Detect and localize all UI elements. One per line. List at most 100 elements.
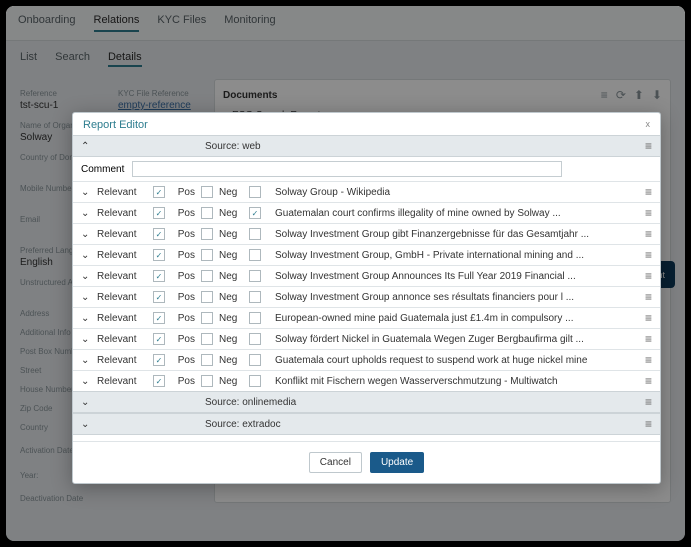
pos-checkbox[interactable]: [201, 375, 213, 387]
result-title[interactable]: Guatemalan court confirms illegality of …: [275, 208, 639, 219]
cancel-button[interactable]: Cancel: [309, 452, 362, 473]
pos-checkbox[interactable]: [201, 270, 213, 282]
pos-checkbox[interactable]: [201, 207, 213, 219]
menu-icon[interactable]: ≡: [645, 395, 652, 409]
pos-checkbox[interactable]: [201, 228, 213, 240]
expand-row-icon[interactable]: ⌄: [81, 271, 91, 282]
result-row: ⌄Relevant✓PosNeg✓Guatemalan court confir…: [73, 202, 660, 223]
result-title[interactable]: Guatemala court upholds request to suspe…: [275, 355, 639, 366]
pos-label: Pos: [171, 334, 195, 345]
result-row: ⌄ Relevant ✓ Pos Neg Solway fördert Nickel in…: [73, 328, 660, 349]
close-icon[interactable]: x: [646, 119, 651, 131]
result-row: ⌄Relevant✓PosNegSolway Investment Group,…: [73, 244, 660, 265]
neg-label: Neg: [219, 292, 243, 303]
relevant-label: Relevant: [97, 334, 147, 345]
row-menu-icon[interactable]: ≡: [645, 185, 652, 199]
comment-label: Comment: [81, 164, 124, 175]
relevant-checkbox[interactable]: ✓: [153, 270, 165, 282]
pos-label: Pos: [171, 271, 195, 282]
result-row: ⌄Relevant✓PosNegEuropean-owned mine paid…: [73, 307, 660, 328]
pos-label: Pos: [171, 208, 195, 219]
expand-row-icon[interactable]: ⌄: [81, 313, 91, 324]
modal-title: Report Editor: [83, 119, 148, 131]
neg-checkbox[interactable]: [249, 312, 261, 324]
relevant-checkbox[interactable]: ✓: [153, 249, 165, 261]
result-title[interactable]: Solway Investment Group gibt Finanzergeb…: [275, 229, 639, 240]
expand-row-icon[interactable]: ⌄: [81, 187, 91, 198]
neg-checkbox[interactable]: [249, 186, 261, 198]
row-menu-icon[interactable]: ≡: [645, 227, 652, 241]
neg-checkbox[interactable]: [249, 354, 261, 366]
relevant-label: Relevant: [97, 313, 147, 324]
result-row: ⌄Relevant✓PosNegSolway Group - Wikipedia…: [73, 181, 660, 202]
neg-checkbox[interactable]: [249, 249, 261, 261]
row-menu-icon[interactable]: ≡: [645, 269, 652, 283]
result-title[interactable]: Solway Investment Group Announces Its Fu…: [275, 271, 639, 282]
relevant-checkbox[interactable]: ✓: [153, 333, 165, 345]
pos-label: Pos: [171, 229, 195, 240]
pos-label: Pos: [171, 292, 195, 303]
pos-checkbox[interactable]: [201, 354, 213, 366]
result-title[interactable]: Solway Investment Group annonce ses résu…: [275, 292, 639, 303]
relevant-checkbox[interactable]: ✓: [153, 375, 165, 387]
result-row: ⌄Relevant✓PosNegSolway Investment Group …: [73, 223, 660, 244]
relevant-checkbox[interactable]: ✓: [153, 291, 165, 303]
neg-checkbox[interactable]: [249, 228, 261, 240]
source-onlinemedia-bar: ⌄ Source: onlinemedia ≡: [73, 391, 660, 413]
neg-checkbox[interactable]: [249, 375, 261, 387]
neg-label: Neg: [219, 334, 243, 345]
expand-row-icon[interactable]: ⌄: [81, 229, 91, 240]
expand-row-icon[interactable]: ⌄: [81, 250, 91, 261]
relevant-label: Relevant: [97, 376, 147, 387]
expand-row-icon[interactable]: ⌄: [81, 334, 91, 345]
source-web-label: Source: web: [205, 141, 645, 152]
relevant-checkbox[interactable]: ✓: [153, 186, 165, 198]
neg-label: Neg: [219, 250, 243, 261]
result-title[interactable]: European-owned mine paid Guatemala just …: [275, 313, 639, 324]
pos-label: Pos: [171, 355, 195, 366]
row-menu-icon[interactable]: ≡: [645, 290, 652, 304]
neg-label: Neg: [219, 187, 243, 198]
comment-input[interactable]: [132, 161, 562, 177]
relevant-checkbox[interactable]: ✓: [153, 207, 165, 219]
relevant-label: Relevant: [97, 271, 147, 282]
result-row: ⌄ Relevant ✓ Pos Neg Solway Investment Group …: [73, 265, 660, 286]
expand-icon[interactable]: ⌄: [81, 419, 95, 430]
result-title[interactable]: Solway fördert Nickel in Guatemala Wegen…: [275, 334, 639, 345]
relevant-checkbox[interactable]: ✓: [153, 312, 165, 324]
expand-row-icon[interactable]: ⌄: [81, 376, 91, 387]
neg-label: Neg: [219, 271, 243, 282]
expand-row-icon[interactable]: ⌄: [81, 208, 91, 219]
result-title[interactable]: Solway Investment Group, GmbH - Private …: [275, 250, 639, 261]
result-title[interactable]: Solway Group - Wikipedia: [275, 187, 639, 198]
relevant-checkbox[interactable]: ✓: [153, 354, 165, 366]
relevant-checkbox[interactable]: ✓: [153, 228, 165, 240]
row-menu-icon[interactable]: ≡: [645, 353, 652, 367]
row-menu-icon[interactable]: ≡: [645, 374, 652, 388]
pos-checkbox[interactable]: [201, 186, 213, 198]
neg-checkbox[interactable]: [249, 333, 261, 345]
expand-row-icon[interactable]: ⌄: [81, 292, 91, 303]
neg-checkbox[interactable]: ✓: [249, 207, 261, 219]
collapse-icon[interactable]: ⌃: [81, 141, 95, 152]
relevant-label: Relevant: [97, 292, 147, 303]
expand-icon[interactable]: ⌄: [81, 397, 95, 408]
row-menu-icon[interactable]: ≡: [645, 311, 652, 325]
pos-checkbox[interactable]: [201, 291, 213, 303]
result-title[interactable]: Konflikt mit Fischern wegen Wasserversch…: [275, 376, 639, 387]
menu-icon[interactable]: ≡: [645, 139, 652, 153]
expand-row-icon[interactable]: ⌄: [81, 355, 91, 366]
pos-checkbox[interactable]: [201, 249, 213, 261]
update-button[interactable]: Update: [370, 452, 424, 473]
pos-label: Pos: [171, 376, 195, 387]
pos-checkbox[interactable]: [201, 312, 213, 324]
row-menu-icon[interactable]: ≡: [645, 206, 652, 220]
row-menu-icon[interactable]: ≡: [645, 332, 652, 346]
menu-icon[interactable]: ≡: [645, 417, 652, 431]
neg-checkbox[interactable]: [249, 270, 261, 282]
relevant-label: Relevant: [97, 187, 147, 198]
relevant-label: Relevant: [97, 355, 147, 366]
pos-checkbox[interactable]: [201, 333, 213, 345]
neg-checkbox[interactable]: [249, 291, 261, 303]
row-menu-icon[interactable]: ≡: [645, 248, 652, 262]
